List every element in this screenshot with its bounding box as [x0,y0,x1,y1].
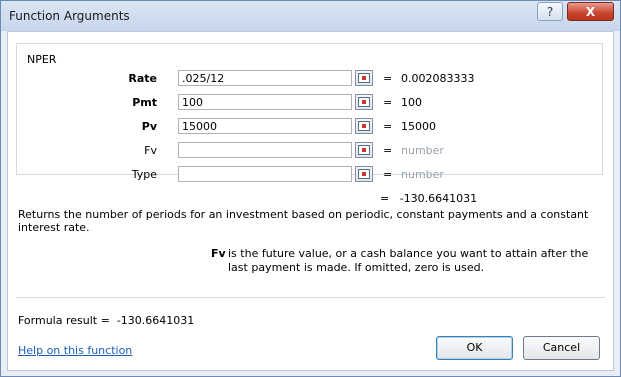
rate-ref-button[interactable] [355,70,373,86]
type-result: number [401,168,444,181]
pv-equals: = [383,120,393,133]
fv-equals: = [383,144,393,157]
formula-result-label: Formula result = [18,314,110,327]
collapse-dialog-icon [358,121,370,131]
type-label: Type [131,168,157,181]
arguments-group: NPER Rate .025/12 = 0.002083333 Pmt 100 … [16,43,603,182]
cancel-button[interactable]: Cancel [523,336,600,360]
argument-help-name: Fv [211,247,226,260]
help-button[interactable]: ? [537,2,563,21]
fv-result: number [401,144,444,157]
close-button[interactable]: X [567,2,614,21]
function-result: = -130.6641031 [380,192,477,205]
collapse-dialog-icon [358,145,370,155]
dialog-title: Function Arguments [9,9,130,23]
type-ref-button[interactable] [355,166,373,182]
collapse-dialog-icon [358,73,370,83]
pmt-result: 100 [401,96,422,109]
type-input[interactable] [178,166,352,182]
rate-equals: = [383,72,393,85]
collapse-dialog-icon [358,169,370,179]
rate-label: Rate [128,72,157,85]
help-on-function-link[interactable]: Help on this function [18,344,132,357]
formula-result: Formula result = -130.6641031 [18,314,194,327]
formula-result-value: -130.6641031 [116,314,195,327]
pmt-equals: = [383,96,393,109]
result-value: -130.6641031 [399,192,478,205]
fv-input[interactable] [178,142,352,158]
fv-label: Fv [144,144,157,157]
function-description: Returns the number of periods for an inv… [18,208,589,234]
pv-ref-button[interactable] [355,118,373,134]
question-mark-icon: ? [546,5,554,19]
pv-result: 15000 [401,120,436,133]
ok-button[interactable]: OK [436,336,513,360]
dialog-body: NPER Rate .025/12 = 0.002083333 Pmt 100 … [7,31,614,371]
rate-result: 0.002083333 [401,72,475,85]
rate-input[interactable]: .025/12 [178,70,352,86]
pmt-label: Pmt [132,96,157,109]
close-icon: X [585,5,596,19]
divider [16,297,605,298]
title-bar[interactable]: Function Arguments ? X [1,1,620,31]
function-arguments-dialog: Function Arguments ? X NPER Rate .025/12… [0,0,621,377]
fv-ref-button[interactable] [355,142,373,158]
collapse-dialog-icon [358,97,370,107]
argument-help-text: is the future value, or a cash balance y… [228,247,589,274]
pmt-ref-button[interactable] [355,94,373,110]
pv-label: Pv [141,120,157,133]
pmt-input[interactable]: 100 [178,94,352,110]
function-name: NPER [27,53,57,66]
type-equals: = [383,168,393,181]
pv-input[interactable]: 15000 [178,118,352,134]
result-equals: = [380,192,390,205]
